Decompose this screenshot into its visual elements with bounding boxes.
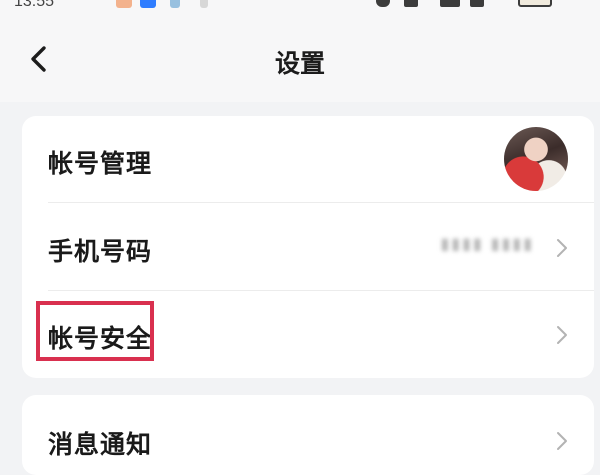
divider bbox=[48, 202, 594, 203]
avatar bbox=[504, 127, 568, 191]
account-management-row[interactable]: 帐号管理 bbox=[22, 116, 594, 203]
wifi-icon bbox=[470, 0, 484, 7]
network-speed-icon bbox=[404, 0, 418, 7]
phone-number-row[interactable]: 手机号码 ▮▮▮▮ ▮▮▮▮ bbox=[22, 204, 594, 291]
notification-app-icon bbox=[170, 0, 180, 8]
settings-group-notifications: 消息通知 bbox=[22, 395, 594, 475]
signal-icon bbox=[440, 0, 460, 7]
settings-group-account: 帐号管理 手机号码 ▮▮▮▮ ▮▮▮▮ 帐号安全 bbox=[22, 116, 594, 378]
account-management-label: 帐号管理 bbox=[48, 149, 153, 178]
battery-icon bbox=[518, 0, 552, 7]
page-title: 设置 bbox=[274, 49, 325, 78]
status-bar: 13:55 bbox=[0, 0, 600, 12]
notification-app-icon bbox=[200, 0, 208, 8]
phone-number-value: ▮▮▮▮ ▮▮▮▮ bbox=[440, 234, 534, 253]
message-notification-row[interactable]: 消息通知 bbox=[22, 395, 594, 475]
alarm-icon bbox=[376, 0, 390, 7]
status-time: 13:55 bbox=[14, 0, 55, 10]
navigation-bar: 设置 bbox=[0, 12, 600, 102]
notification-app-icon bbox=[116, 0, 132, 8]
chevron-right-icon bbox=[556, 431, 568, 451]
highlight-box bbox=[36, 301, 154, 361]
notification-app-icon bbox=[140, 0, 156, 8]
chevron-right-icon bbox=[556, 325, 568, 345]
phone-number-label: 手机号码 bbox=[48, 237, 153, 266]
chevron-right-icon bbox=[556, 238, 568, 258]
message-notification-label: 消息通知 bbox=[48, 430, 153, 459]
